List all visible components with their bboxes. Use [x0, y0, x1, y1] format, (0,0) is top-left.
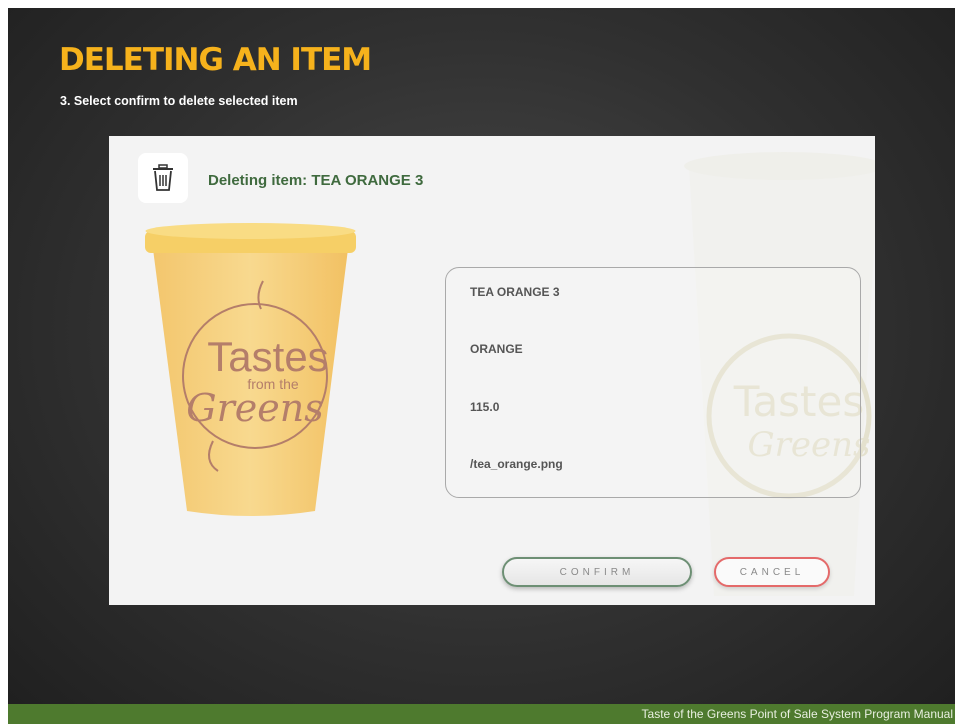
cup-image: Tastes from the Greens — [145, 223, 356, 516]
slide: DELETING AN ITEM 3. Select confirm to de… — [8, 8, 955, 724]
dialog-heading: Deleting item: TEA ORANGE 3 — [208, 172, 424, 189]
slide-subtitle: 3. Select confirm to delete selected ite… — [60, 94, 298, 108]
item-name-value: TEA ORANGE 3 — [470, 285, 560, 299]
item-flavor-value: ORANGE — [470, 342, 523, 356]
trash-icon-button — [138, 153, 188, 203]
cancel-button[interactable]: CANCEL — [714, 557, 830, 587]
trash-icon — [153, 164, 173, 191]
item-details-panel: TEA ORANGE 3 ORANGE 115.0 /tea_orange.pn… — [445, 267, 861, 498]
footer-bar: Taste of the Greens Point of Sale System… — [8, 704, 955, 724]
slide-title: DELETING AN ITEM — [59, 42, 372, 78]
item-price-value: 115.0 — [470, 400, 500, 414]
item-image-path-value: /tea_orange.png — [470, 457, 563, 471]
delete-item-dialog: Tastes Greens Deleting item: TEA ORANGE … — [109, 136, 875, 605]
cup-logo-greens: Greens — [186, 386, 323, 430]
confirm-button[interactable]: CONFIRM — [502, 557, 692, 587]
cup-logo-tastes: Tastes — [207, 333, 328, 380]
footer-text: Taste of the Greens Point of Sale System… — [641, 707, 953, 721]
